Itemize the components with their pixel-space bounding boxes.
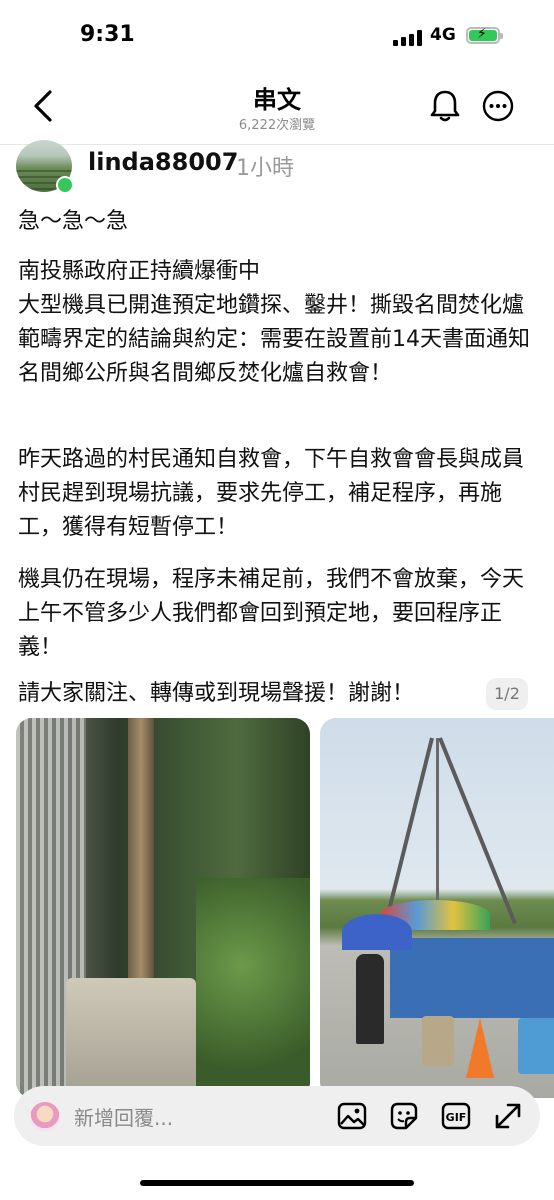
view-count: 6,222次瀏覽 xyxy=(238,118,316,133)
media-pager: 1/2 xyxy=(486,678,528,710)
my-avatar[interactable] xyxy=(30,1102,60,1132)
reply-bar[interactable]: 新增回覆... GIF xyxy=(14,1086,540,1146)
signal-icon xyxy=(393,30,423,46)
expand-icon[interactable] xyxy=(492,1100,524,1132)
image-icon[interactable] xyxy=(336,1100,368,1132)
post-time: 1小時 xyxy=(236,156,294,181)
network-type: 4G xyxy=(430,25,456,45)
post-paragraph: 南投縣政府正持續爆衝中 大型機具已開進預定地鑽探、鑿井！撕毀名間焚化爐範疇界定的… xyxy=(18,259,530,386)
clock: 9:31 xyxy=(80,22,135,47)
post-paragraph: 請大家關注、轉傳或到現場聲援！謝謝！ xyxy=(18,681,415,706)
post-paragraph: 急～急～急 xyxy=(18,209,129,234)
post-paragraph: 昨天路過的村民通知自救會，下午自救會會長與成員村民趕到現場抗議，要求先停工，補足… xyxy=(18,447,525,540)
page-title: 串文 xyxy=(253,86,301,114)
username[interactable]: linda88007 xyxy=(88,148,238,176)
top-bar: 串文 6,222次瀏覽 xyxy=(0,72,554,144)
bell-icon[interactable] xyxy=(428,88,462,124)
reply-input[interactable]: 新增回覆... xyxy=(74,1102,173,1131)
battery-icon: ⚡ xyxy=(466,26,503,44)
post-paragraph: 機具仍在現場，程序未補足前，我們不會放棄，今天上午不管多少人我們都會回到預定地，… xyxy=(18,567,525,660)
online-indicator xyxy=(56,176,74,194)
gif-icon[interactable]: GIF xyxy=(440,1100,472,1132)
more-icon[interactable] xyxy=(481,89,515,123)
home-indicator xyxy=(140,1180,414,1186)
post-photo-1[interactable] xyxy=(16,718,310,1098)
header-divider xyxy=(0,144,554,145)
post-photo-2[interactable] xyxy=(320,718,554,1098)
status-bar: 9:31 4G ⚡ xyxy=(0,0,554,72)
sticker-icon[interactable] xyxy=(388,1100,420,1132)
svg-text:GIF: GIF xyxy=(446,1111,467,1124)
